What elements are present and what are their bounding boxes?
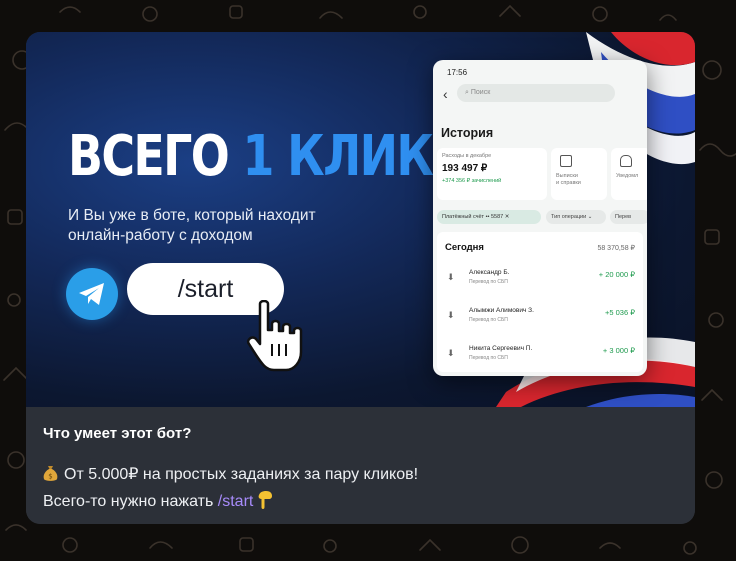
- money-bag-emoji-icon: $: [43, 466, 58, 481]
- credited-label: +374 356 ₽ зачислений: [442, 178, 502, 184]
- notifications-card: Уведомл: [611, 148, 647, 200]
- expenses-amount: 193 497 ₽: [442, 163, 488, 174]
- incoming-arrow-icon: ⬇: [447, 348, 455, 358]
- bot-info-card: ВСЕГО 1 КЛИК И Вы уже в боте, который на…: [26, 32, 695, 524]
- phone-history-title: История: [441, 126, 494, 140]
- statements-line2: и справки: [556, 180, 581, 186]
- telegram-logo-icon: [66, 268, 118, 320]
- svg-text:$: $: [48, 473, 52, 481]
- expenses-card: Расходы в декабре 193 497 ₽ +374 356 ₽ з…: [437, 148, 547, 200]
- expenses-label: Расходы в декабре: [442, 153, 492, 159]
- headline-text: ВСЕГО: [68, 124, 230, 189]
- filter-chip: Тип операции ⌄: [546, 210, 606, 224]
- banner-headline: ВСЕГО 1 КЛИК: [68, 124, 434, 189]
- filter-chip: Перев: [610, 210, 647, 224]
- bot-description-line1: $ От 5.000₽ на простых заданиях за пару …: [43, 464, 418, 484]
- transactions-list: Сегодня 58 370,58 ₽ ⬇ Александр Б. Перев…: [437, 232, 643, 372]
- back-arrow-icon: ‹: [443, 86, 448, 102]
- bot-description-line1-text: От 5.000₽ на простых заданиях за пару кл…: [64, 466, 419, 483]
- transaction-amount: + 20 000 ₽: [598, 270, 635, 279]
- bot-description-line2-text: Всего-то нужно нажать: [43, 493, 214, 510]
- transaction-type: Перевод по СБП: [469, 317, 508, 323]
- transaction-row: ⬇ Александр Б. Перевод по СБП + 20 000 ₽: [437, 266, 643, 296]
- subheadline-line2: онлайн-работу с доходом: [68, 227, 253, 244]
- statements-card: Выписки и справки: [551, 148, 607, 200]
- pointing-hand-cursor-icon: [247, 300, 303, 372]
- incoming-arrow-icon: ⬇: [447, 272, 455, 282]
- today-total: 58 370,58 ₽: [597, 245, 635, 252]
- transaction-type: Перевод по СБП: [469, 355, 508, 361]
- transaction-name: Никита Сергеевич П.: [469, 345, 533, 352]
- banner-subheadline: И Вы уже в боте, который находит онлайн-…: [68, 206, 388, 246]
- statements-line1: Выписки: [556, 173, 578, 179]
- transaction-type: Перевод по СБП: [469, 279, 508, 285]
- bell-icon: [620, 155, 632, 167]
- notifications-label: Уведомл: [616, 173, 639, 179]
- start-command-link[interactable]: /start: [218, 493, 254, 510]
- promo-banner: ВСЕГО 1 КЛИК И Вы уже в боте, который на…: [26, 32, 695, 407]
- subheadline-line1: И Вы уже в боте, который находит: [68, 207, 316, 224]
- phone-search-field: ⌕ Поиск: [457, 84, 615, 102]
- filter-chip: Платёжный счёт •• 5587 ✕: [437, 210, 541, 224]
- headline-accent-text: 1 КЛИК: [242, 124, 434, 189]
- today-label: Сегодня: [445, 242, 484, 253]
- transaction-row: ⬇ Алымжи Алимович З. Перевод по СБП +5 0…: [437, 304, 643, 334]
- pointing-down-emoji-icon: [258, 491, 273, 509]
- bot-description-title: Что умеет этот бот?: [43, 425, 192, 442]
- bot-description-line2: Всего-то нужно нажать /start: [43, 490, 273, 511]
- search-placeholder: Поиск: [470, 89, 491, 96]
- transaction-row: ⬇ Никита Сергеевич П. Перевод по СБП + 3…: [437, 342, 643, 372]
- incoming-arrow-icon: ⬇: [447, 310, 455, 320]
- bot-description: Что умеет этот бот? $ От 5.000₽ на прост…: [26, 407, 695, 524]
- phone-mockup: 17:56 ‹ ⌕ Поиск История Расходы в декабр…: [433, 60, 647, 376]
- document-icon: [560, 155, 572, 167]
- transaction-amount: + 3 000 ₽: [602, 346, 635, 355]
- transaction-amount: +5 036 ₽: [604, 308, 635, 317]
- transaction-name: Александр Б.: [469, 269, 510, 276]
- transaction-name: Алымжи Алимович З.: [469, 307, 534, 314]
- phone-time: 17:56: [447, 68, 468, 77]
